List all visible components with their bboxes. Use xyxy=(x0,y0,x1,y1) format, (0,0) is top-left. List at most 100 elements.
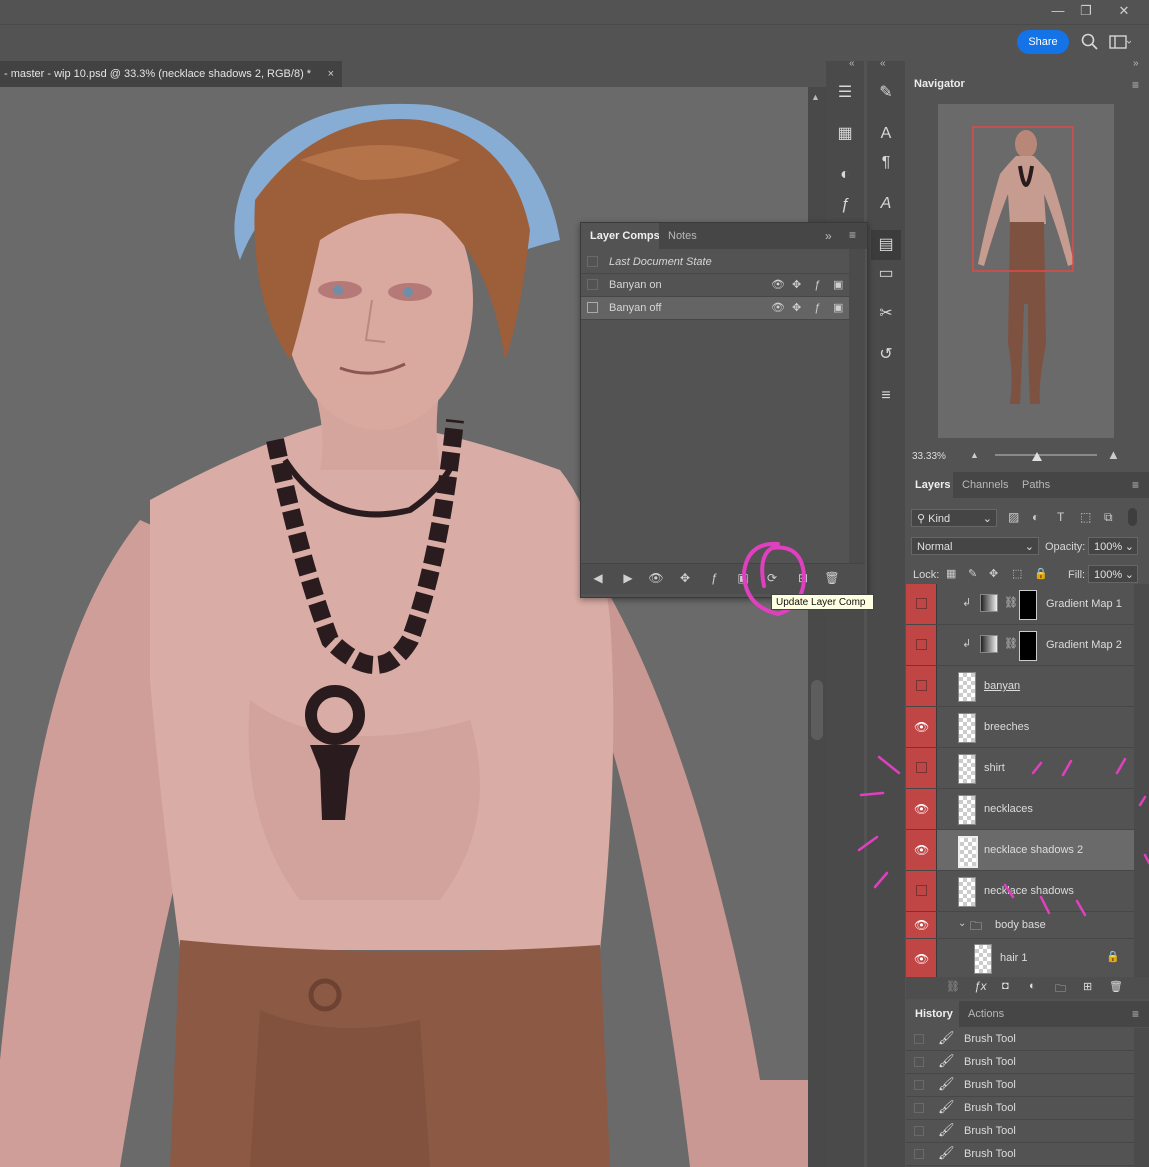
layer-comps-icon[interactable]: ▤ xyxy=(871,230,901,260)
lock-position-icon[interactable]: ✥ xyxy=(989,567,998,580)
lock-transparent-icon[interactable]: ▦ xyxy=(946,567,956,580)
share-button[interactable]: Share xyxy=(1017,30,1069,54)
restore-icon[interactable]: ❐ xyxy=(1072,2,1100,20)
visibility-toggle[interactable] xyxy=(906,625,937,665)
history-menu-icon[interactable]: ≡ xyxy=(1132,1007,1139,1021)
filter-smart-object-icon[interactable]: ⧉ xyxy=(1104,510,1113,525)
comp-checkbox[interactable] xyxy=(587,256,598,267)
adjustments-icon[interactable]: ◐ xyxy=(830,160,860,190)
layer-row[interactable]: banyan xyxy=(906,666,1134,707)
brush-settings-icon[interactable]: ✎ xyxy=(871,78,901,108)
zoom-out-icon[interactable]: ▲ xyxy=(970,450,979,460)
add-style-fx-icon[interactable]: ƒx xyxy=(974,979,987,993)
new-fill-adjustment-icon[interactable]: ◐ xyxy=(1029,980,1036,992)
update-visibility-icon[interactable]: 👁 xyxy=(641,564,671,592)
position-icon[interactable]: ✥ xyxy=(792,274,801,296)
tab-history[interactable]: History xyxy=(906,1001,962,1027)
layer-comp-row-banyan-off[interactable]: Banyan off 👁 ✥ ƒ ▣ xyxy=(581,297,849,320)
search-icon[interactable] xyxy=(1080,32,1100,52)
layers-menu-icon[interactable]: ≡ xyxy=(1132,478,1139,492)
history-item[interactable]: 🖌 Brush Tool xyxy=(906,1028,1134,1051)
navigator-preview[interactable] xyxy=(938,104,1114,438)
fill-field[interactable]: 100% ⌄ xyxy=(1088,565,1138,583)
layer-filter-select[interactable]: ⚲ Kind ⌄ xyxy=(911,509,997,527)
tool-presets-icon[interactable]: ✂ xyxy=(871,299,901,329)
position-icon[interactable]: ✥ xyxy=(792,297,801,319)
filter-adjustment-icon[interactable]: ◐ xyxy=(1032,510,1039,524)
layer-row[interactable]: ↲ ⛓ Gradient Map 2 xyxy=(906,625,1134,666)
zoom-value[interactable]: 33.33% xyxy=(912,451,946,462)
comp-checkbox[interactable] xyxy=(587,279,598,290)
history-item[interactable]: 🖌 Brush Tool xyxy=(906,1120,1134,1143)
visibility-icon[interactable]: 👁 xyxy=(771,274,785,296)
navigator-title[interactable]: Navigator xyxy=(914,72,965,96)
blend-mode-select[interactable]: Normal ⌄ xyxy=(911,537,1039,555)
comp-checkbox[interactable] xyxy=(587,302,598,313)
tab-actions[interactable]: Actions xyxy=(959,1001,1014,1027)
history-item[interactable]: 🖌 Brush Tool xyxy=(906,1143,1134,1166)
tab-paths[interactable]: Paths xyxy=(1013,472,1060,498)
delete-layer-icon[interactable]: 🗑 xyxy=(1109,980,1123,993)
layer-row[interactable]: 👁 hair 1 🔒 xyxy=(906,939,1134,978)
properties-icon[interactable]: ☰ xyxy=(830,78,860,108)
next-comp-icon[interactable]: ▶ xyxy=(613,564,643,592)
history-item[interactable]: 🖌 Brush Tool xyxy=(906,1097,1134,1120)
layer-mask-thumbnail[interactable] xyxy=(1019,631,1037,661)
lock-image-icon[interactable]: ✎ xyxy=(968,567,977,580)
expand-icon[interactable]: » xyxy=(825,229,832,243)
paragraph-icon[interactable]: ¶ xyxy=(871,148,901,178)
opacity-field[interactable]: 100% ⌄ xyxy=(1088,537,1138,555)
add-mask-icon[interactable]: ◘ xyxy=(1002,980,1009,992)
new-layer-icon[interactable]: ⊞ xyxy=(1083,980,1092,993)
selection-icon[interactable]: ▣ xyxy=(833,297,843,319)
visibility-icon[interactable]: 👁 xyxy=(771,297,785,319)
update-position-icon[interactable]: ✥ xyxy=(670,564,700,592)
document-tab[interactable]: - master - wip 10.psd @ 33.3% (necklace … xyxy=(0,61,342,87)
panel-menu-icon[interactable]: ≡ xyxy=(849,228,856,242)
close-window-icon[interactable]: ✕ xyxy=(1110,2,1138,20)
tab-layer-comps[interactable]: Layer Comps xyxy=(581,223,669,249)
previous-comp-icon[interactable]: ◀ xyxy=(583,564,613,592)
layer-comp-row-last-state[interactable]: Last Document State xyxy=(581,251,849,274)
filter-pixel-icon[interactable]: ▨ xyxy=(1008,510,1019,524)
lock-artboard-icon[interactable]: ⬚ xyxy=(1012,567,1022,580)
styles-fx-icon[interactable]: ƒ xyxy=(830,190,860,220)
update-appearance-icon[interactable]: ƒ xyxy=(699,564,729,592)
delete-comp-icon[interactable]: 🗑 xyxy=(817,564,847,592)
history-item[interactable]: 🖌 Brush Tool xyxy=(906,1051,1134,1074)
collapse-icon-2[interactable]: « xyxy=(880,58,886,69)
expand-panels-icon[interactable]: » xyxy=(1133,58,1139,69)
comps-scrollbar[interactable] xyxy=(849,249,865,563)
minimize-icon[interactable]: — xyxy=(1044,2,1072,20)
history-scrollbar[interactable] xyxy=(1134,1028,1149,1167)
filter-toggle[interactable] xyxy=(1128,508,1137,526)
character-icon[interactable]: A xyxy=(871,119,901,149)
visibility-toggle[interactable]: 👁 xyxy=(906,939,937,977)
zoom-slider[interactable] xyxy=(995,454,1097,456)
glyphs-icon[interactable]: A xyxy=(871,189,901,219)
swatches-grid-icon[interactable]: ▦ xyxy=(830,119,860,149)
scroll-up-icon[interactable]: ▲ xyxy=(811,92,820,102)
history-icon[interactable]: ↺ xyxy=(871,340,901,370)
filter-shape-icon[interactable]: ⬚ xyxy=(1080,510,1091,524)
layer-row[interactable]: ↲ ⛓ Gradient Map 1 xyxy=(906,584,1134,625)
layer-mask-thumbnail[interactable] xyxy=(1019,590,1037,620)
zoom-slider-handle[interactable] xyxy=(1032,452,1042,461)
navigator-menu-icon[interactable]: ≡ xyxy=(1132,78,1139,92)
appearance-fx-icon[interactable]: ƒ xyxy=(814,297,820,319)
collapse-icon[interactable]: « xyxy=(849,58,855,69)
selection-icon[interactable]: ▣ xyxy=(833,274,843,296)
tab-notes[interactable]: Notes xyxy=(659,223,706,249)
scrollbar-thumb[interactable] xyxy=(811,680,823,740)
zoom-in-icon[interactable]: ▲ xyxy=(1107,447,1120,462)
notes-icon[interactable]: ▭ xyxy=(871,259,901,289)
visibility-toggle[interactable]: 👁 xyxy=(906,707,937,747)
workspace-icon[interactable] xyxy=(1109,34,1132,50)
tab-channels[interactable]: Channels xyxy=(953,472,1018,498)
close-tab-icon[interactable]: × xyxy=(328,61,334,87)
appearance-fx-icon[interactable]: ƒ xyxy=(814,274,820,296)
history-item[interactable]: 🖌 Brush Tool xyxy=(906,1074,1134,1097)
adjustment-sliders-icon[interactable]: ≡ xyxy=(871,381,901,411)
visibility-toggle[interactable] xyxy=(906,584,937,624)
link-layers-icon[interactable]: ⛓ xyxy=(946,980,960,993)
